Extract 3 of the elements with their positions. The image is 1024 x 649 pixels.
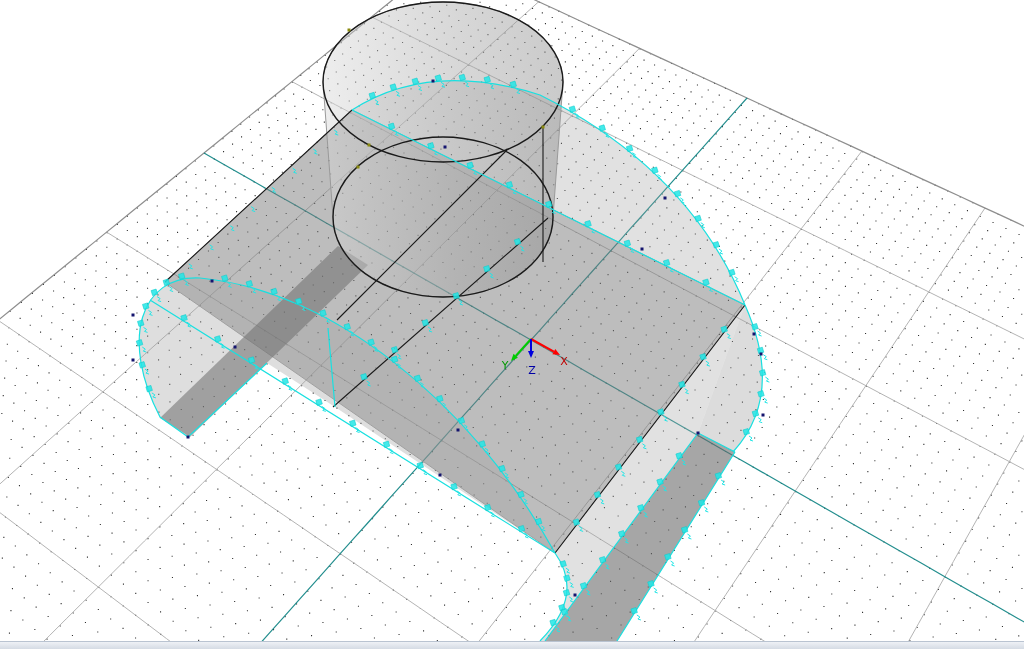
axis-label: Y — [501, 359, 509, 372]
axis-label: Z — [528, 364, 536, 377]
axis-label: X — [560, 355, 568, 368]
